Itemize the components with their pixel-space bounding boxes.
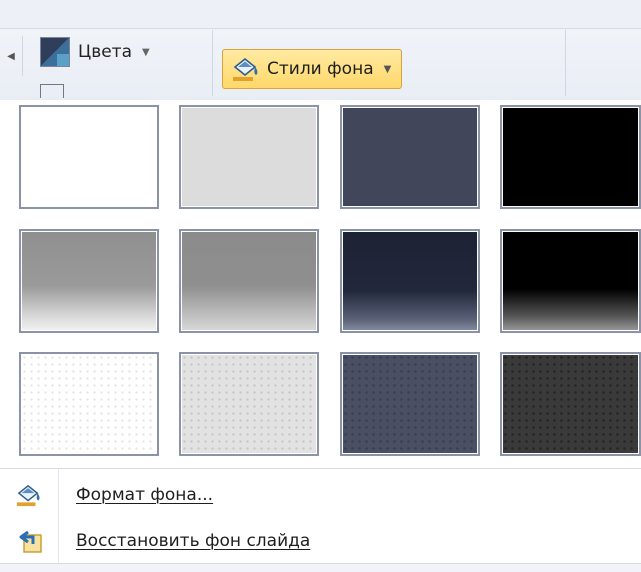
background-styles-label: Стили фона [267, 59, 374, 79]
background-style-3[interactable] [340, 105, 480, 209]
ribbon-title-strip [0, 0, 641, 29]
background-style-11[interactable] [340, 352, 480, 456]
colors-button[interactable]: Цвета ▼ [40, 37, 150, 67]
paint-bucket-icon [0, 483, 58, 507]
ribbon: ◀ Цвета ▼ Стили фона ▼ [0, 0, 641, 101]
format-background-label: Формат фона... [76, 485, 214, 505]
background-menu: Формат фона... Восстановить фон слайда [0, 468, 641, 572]
fonts-button[interactable] [40, 84, 190, 98]
background-style-10[interactable] [179, 352, 319, 456]
background-style-7[interactable] [340, 229, 480, 333]
reset-background-icon [0, 528, 58, 554]
chevron-down-icon: ▼ [383, 63, 392, 75]
background-styles-button[interactable]: Стили фона ▼ [222, 49, 403, 89]
background-style-12[interactable] [500, 352, 641, 456]
background-style-4[interactable] [500, 105, 641, 209]
background-style-5[interactable] [19, 229, 159, 333]
background-style-9[interactable] [19, 352, 159, 456]
chevron-down-icon: ▼ [142, 46, 150, 58]
paint-bucket-icon [231, 56, 261, 82]
ribbon-separator [212, 30, 213, 96]
format-background-item[interactable]: Формат фона... [0, 478, 641, 512]
reset-background-item[interactable]: Восстановить фон слайда [0, 524, 641, 558]
fonts-icon [40, 84, 64, 98]
ribbon-separator [565, 30, 566, 96]
color-palette-icon [40, 37, 70, 67]
background-style-1[interactable] [19, 105, 159, 209]
background-style-8[interactable] [500, 229, 641, 333]
reset-background-label: Восстановить фон слайда [76, 531, 311, 551]
colors-label: Цвета [78, 42, 132, 62]
background-styles-gallery [0, 100, 641, 468]
background-style-2[interactable] [179, 105, 319, 209]
scroll-left-button[interactable]: ◀ [0, 36, 23, 76]
background-style-6[interactable] [179, 229, 319, 333]
